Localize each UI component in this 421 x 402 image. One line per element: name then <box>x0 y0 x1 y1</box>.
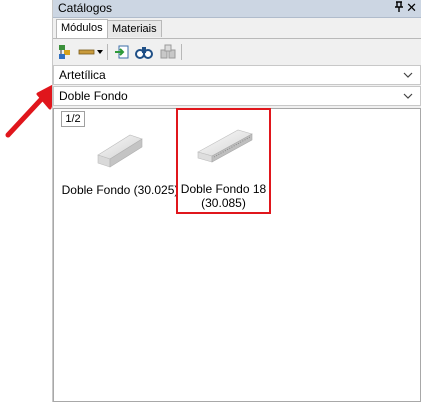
category-value: Artetílica <box>59 68 106 82</box>
item-label-line1: Doble Fondo 18 <box>180 182 267 196</box>
subcategory-select[interactable]: Doble Fondo <box>53 86 421 106</box>
item-label: Doble Fondo (30.025) <box>61 183 179 197</box>
item-thumbnail <box>97 134 143 168</box>
panel-title: Catálogos <box>58 1 113 15</box>
find-icon[interactable] <box>135 43 153 61</box>
close-icon[interactable]: ✕ <box>406 0 417 16</box>
import-icon[interactable] <box>113 43 131 61</box>
chevron-down-icon[interactable] <box>402 90 414 102</box>
item-thumbnail <box>197 129 253 163</box>
ruler-dropdown-icon[interactable] <box>78 43 104 61</box>
tab-materiais[interactable]: Materiais <box>107 20 162 37</box>
catalog-item-doble-fondo-18[interactable]: Doble Fondo 18 (30.085) <box>176 108 271 214</box>
tab-strip: Módulos Materiais <box>53 18 421 39</box>
subcategory-value: Doble Fondo <box>59 89 128 103</box>
catalog-tree-icon[interactable] <box>56 43 74 61</box>
toolbar-separator <box>107 44 108 60</box>
catalog-items-area: 1/2 Doble Fondo (30.025) Doble Fondo 18 … <box>53 108 421 402</box>
toolbar-separator <box>181 44 182 60</box>
panel-titlebar: Catálogos ✕ <box>53 0 421 18</box>
category-select[interactable]: Artetílica <box>53 65 421 85</box>
catalog-panel: Catálogos ✕ Módulos Materiais Artetílica… <box>52 0 421 402</box>
catalog-item-doble-fondo-30025[interactable]: Doble Fondo (30.025) <box>60 121 180 201</box>
tab-modulos[interactable]: Módulos <box>56 19 108 38</box>
catalog-toolbar <box>53 39 421 64</box>
item-label-line2: (30.085) <box>201 196 246 210</box>
pin-icon[interactable] <box>394 1 404 16</box>
blocks-icon[interactable] <box>159 43 177 61</box>
chevron-down-icon[interactable] <box>402 69 414 81</box>
